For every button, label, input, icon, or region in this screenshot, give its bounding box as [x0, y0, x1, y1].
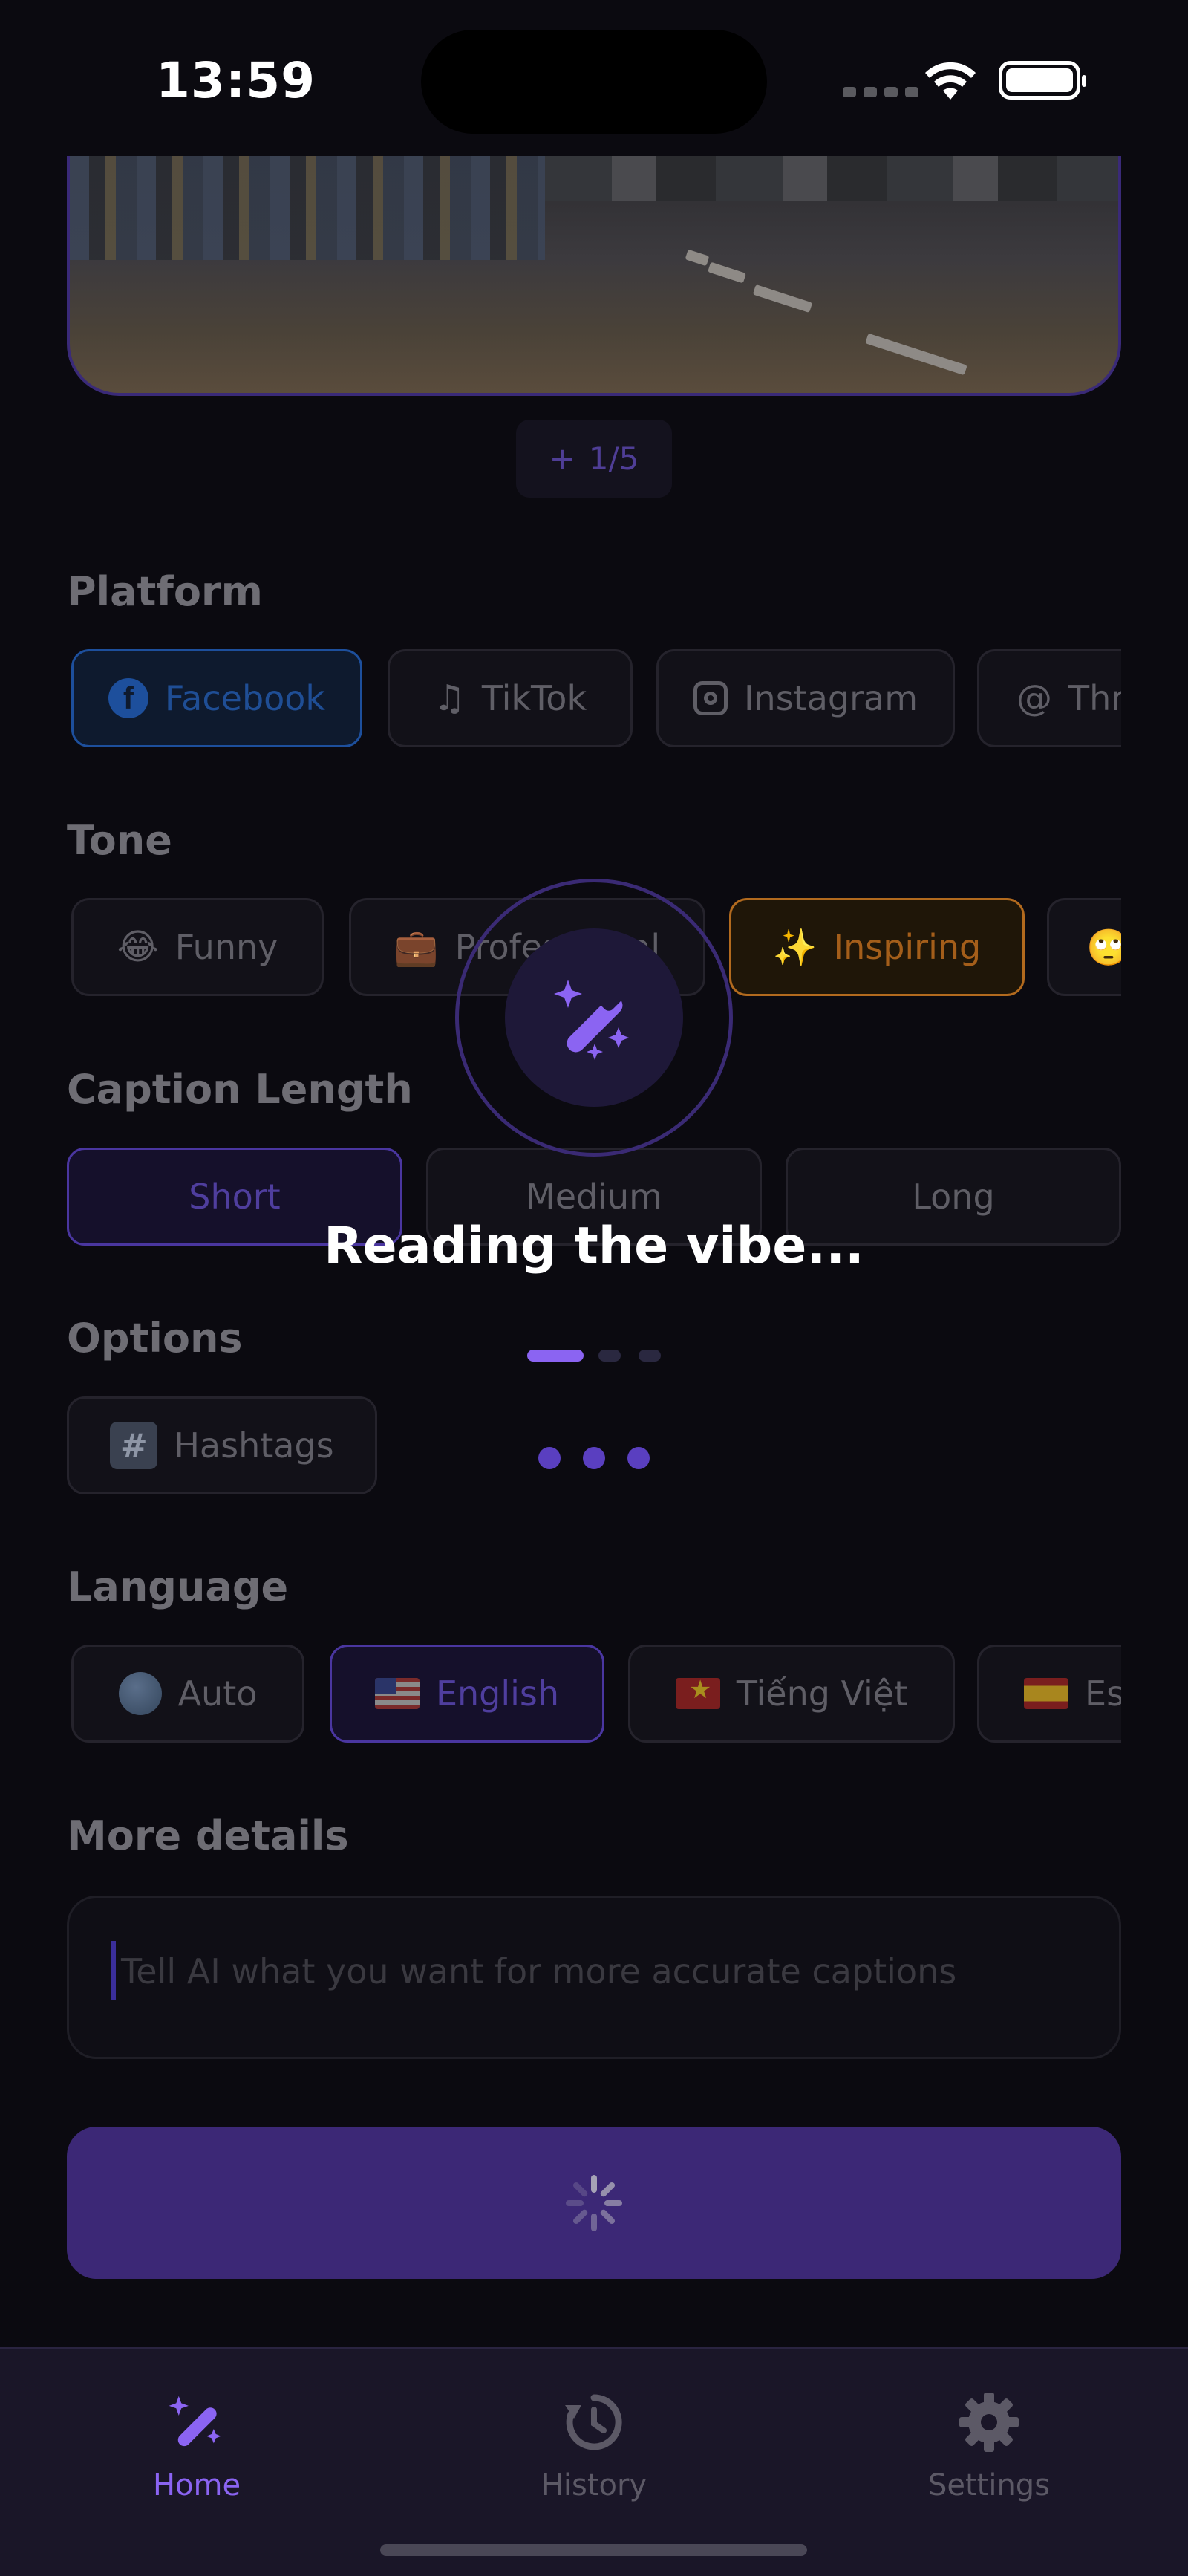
loading-message: Reading the vibe... [324, 1217, 864, 1275]
platform-chip-facebook[interactable]: f Facebook [71, 649, 362, 747]
tone-chip-more[interactable]: 🙄 [1047, 898, 1121, 996]
caption-length-title: Caption Length [67, 1066, 413, 1113]
more-details-placeholder: Tell AI what you want for more accurate … [121, 1951, 957, 1991]
platform-chip-threads[interactable]: @ Thr [977, 649, 1121, 747]
add-photo-button[interactable]: + 1/5 [516, 420, 672, 498]
dynamic-island [421, 30, 767, 134]
tone-chip-inspiring[interactable]: ✨ Inspiring [729, 898, 1025, 996]
photo-counter: 1/5 [588, 440, 639, 477]
text-cursor [111, 1941, 116, 2000]
magic-wand-icon [554, 980, 629, 1060]
vn-flag-icon [675, 1678, 720, 1709]
tone-title: Tone [67, 817, 172, 864]
photo-preview[interactable] [67, 149, 1121, 396]
magic-wand-icon [161, 2387, 232, 2458]
platform-chips: f Facebook ♫ TikTok Instagram @ Thr [67, 645, 1121, 752]
briefcase-icon: 💼 [394, 926, 439, 969]
platform-title: Platform [67, 568, 263, 615]
language-title: Language [67, 1564, 289, 1610]
typing-dot [538, 1447, 561, 1469]
globe-icon [118, 1672, 162, 1715]
sparkles-icon: ✨ [772, 926, 817, 969]
status-bar: 13:59 [0, 0, 1188, 156]
history-icon [558, 2387, 630, 2458]
tab-home[interactable]: Home [85, 2387, 308, 2502]
es-flag-icon [1024, 1678, 1068, 1709]
platform-chip-instagram[interactable]: Instagram [656, 649, 955, 747]
options-title: Options [67, 1315, 243, 1362]
music-note-icon: ♫ [433, 677, 466, 719]
laughing-emoji-icon: 😂 [117, 926, 159, 968]
tab-settings[interactable]: Settings [878, 2387, 1100, 2502]
eye-roll-emoji-icon: 🙄 [1086, 926, 1121, 969]
cellular-signal-icon [843, 87, 918, 97]
language-chip-auto[interactable]: Auto [71, 1645, 304, 1743]
at-sign-icon: @ [1016, 677, 1052, 719]
wifi-icon [925, 62, 976, 100]
tab-history[interactable]: History [483, 2387, 705, 2502]
typing-dot [627, 1447, 650, 1469]
battery-icon [999, 61, 1086, 100]
option-chip-hashtags[interactable]: # Hashtags [67, 1396, 377, 1494]
platform-chip-tiktok[interactable]: ♫ TikTok [388, 649, 633, 747]
progress-step [598, 1350, 621, 1362]
more-details-input[interactable]: Tell AI what you want for more accurate … [67, 1896, 1121, 2059]
generate-caption-button[interactable] [67, 2127, 1121, 2279]
progress-step-active [527, 1350, 584, 1362]
language-chip-spanish[interactable]: Es [977, 1645, 1121, 1743]
progress-step [639, 1350, 661, 1362]
us-flag-icon [374, 1678, 420, 1709]
language-chip-vietnamese[interactable]: Tiếng Việt [628, 1645, 955, 1743]
bottom-tab-bar: Home History Settings [0, 2347, 1188, 2576]
hash-icon: # [110, 1422, 158, 1469]
language-chips: Auto English Tiếng Việt Es [67, 1640, 1121, 1748]
facebook-icon: f [108, 678, 148, 718]
instagram-icon [693, 681, 728, 715]
tone-chip-funny[interactable]: 😂 Funny [71, 898, 324, 996]
more-details-title: More details [67, 1812, 349, 1859]
plus-icon: + [549, 440, 575, 477]
language-chip-english[interactable]: English [330, 1645, 604, 1743]
loading-spinner-icon [564, 2173, 624, 2233]
gear-icon [953, 2387, 1025, 2458]
home-indicator [380, 2544, 807, 2556]
status-time: 13:59 [156, 52, 316, 109]
home-screen: + 1/5 Platform f Facebook ♫ TikTok Insta… [0, 0, 1188, 2347]
typing-dot [583, 1447, 605, 1469]
loading-overlay-ring [455, 879, 733, 1157]
